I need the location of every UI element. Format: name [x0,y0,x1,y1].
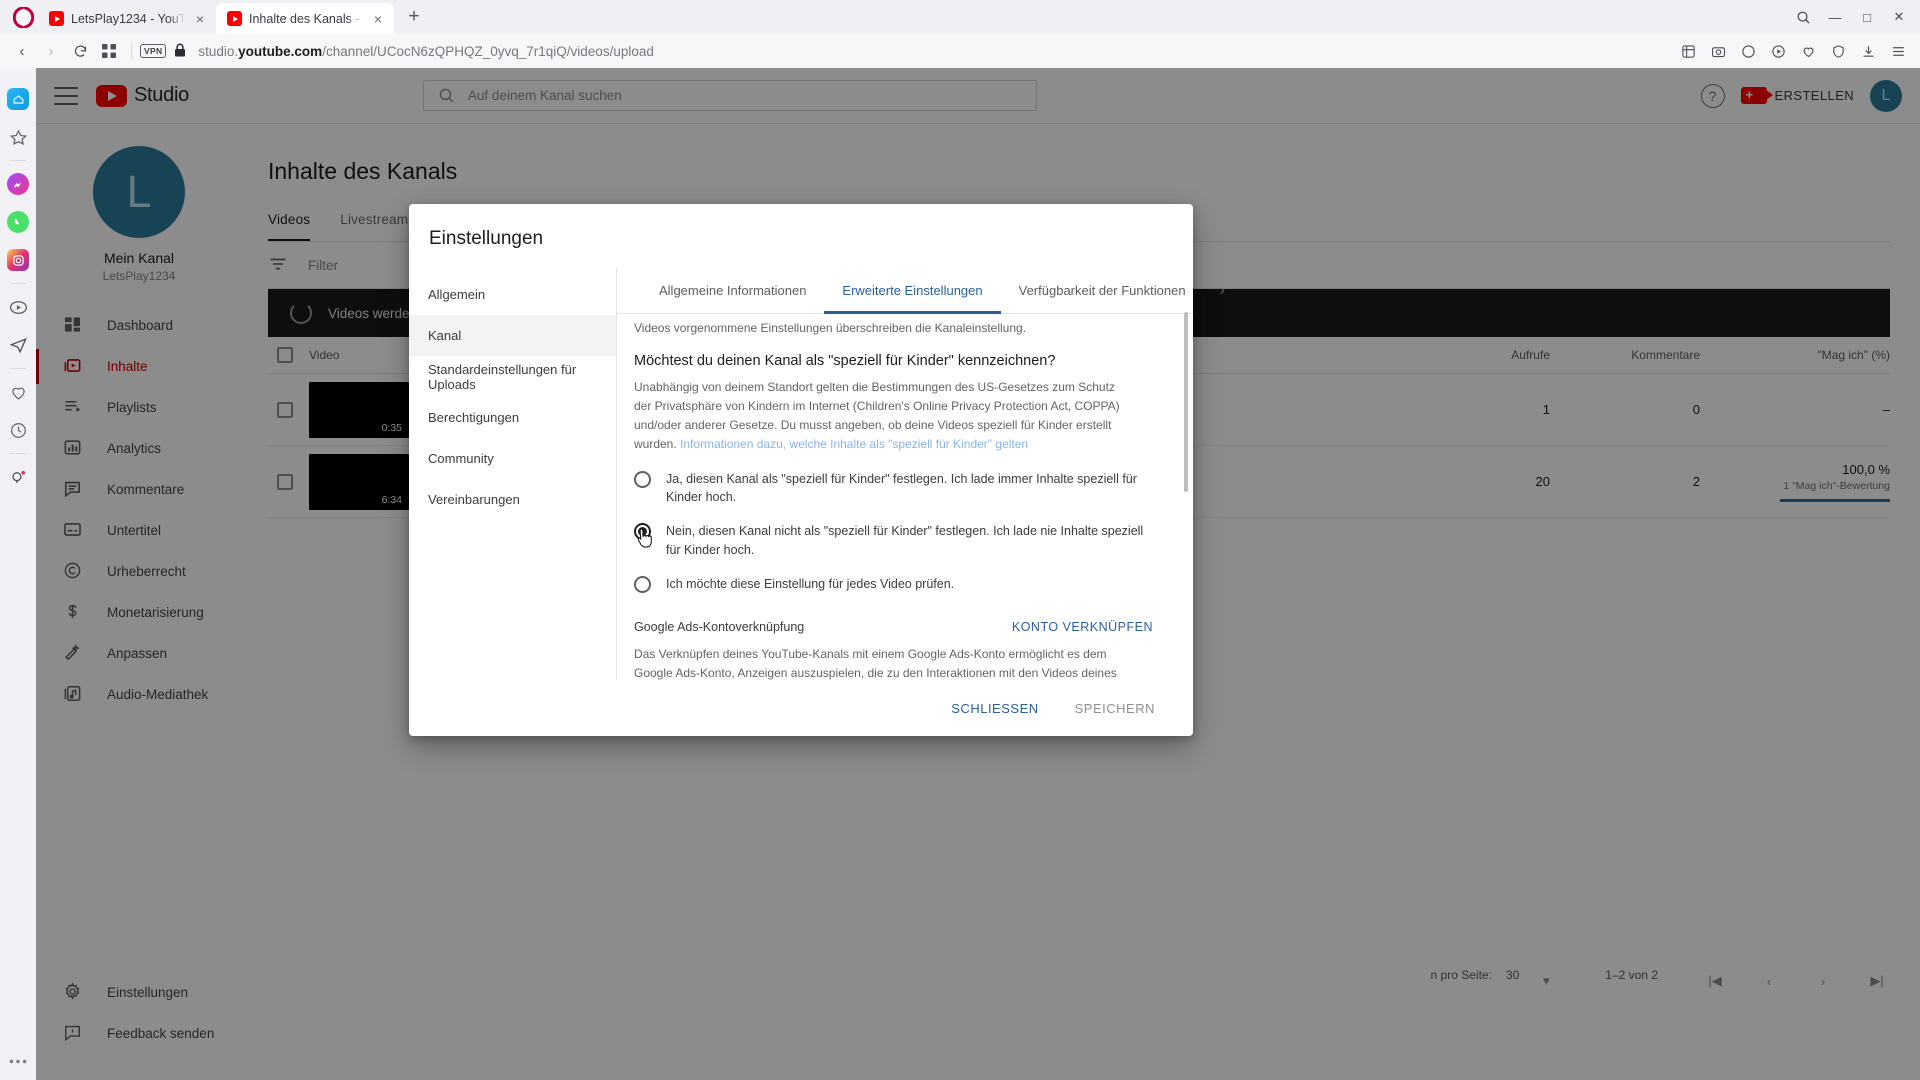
tab-erweiterte-einstellungen[interactable]: Erweiterte Einstellungen [824,268,1000,314]
back-button[interactable]: ‹ [8,37,36,65]
heart-icon[interactable] [0,373,36,411]
save-button[interactable]: SPEICHERN [1063,692,1167,725]
window-controls: — □ ✕ [1788,0,1920,34]
google-ads-section-header: Google Ads-Kontoverknüpfung KONTO VERKNÜ… [634,620,1159,634]
dialog-scroll-area[interactable]: Videos vorgenommene Einstellungen übersc… [617,314,1193,680]
minimize-button[interactable]: — [1820,2,1850,32]
dialog-nav-allgemein[interactable]: Allgemein [409,274,616,315]
google-ads-title: Google Ads-Kontoverknüpfung [634,619,805,634]
opera-sidebar [0,68,36,1080]
youtube-studio-page: Studio Auf deinem Kanal suchen ? ERSTELL… [36,68,1920,1080]
radio-option-nein[interactable]: Nein, diesen Kanal nicht als "speziell f… [634,522,1159,558]
browser-menu-icon[interactable] [1884,37,1912,65]
scrollbar-thumb[interactable] [1184,312,1188,492]
star-icon[interactable] [0,118,36,156]
whatsapp-icon[interactable] [0,203,36,241]
divider [10,368,26,369]
tab-verfuegbarkeit-der-funktionen[interactable]: Verfügbarkeit der Funktionen [1001,268,1204,314]
close-icon[interactable]: × [192,11,208,27]
download-icon[interactable] [1854,37,1882,65]
youtube-icon [49,11,64,26]
youtube-icon [227,11,242,26]
radio-label: Ja, diesen Kanal als "speziell für Kinde… [666,472,1137,505]
url-text[interactable]: studio.youtube.com/channel/UCocN6zQPHQZ_… [187,44,1673,59]
dialog-footer: SCHLIESSEN SPEICHERN [409,680,1193,736]
tab-strip: LetsPlay1234 - YouTube × Inhalte des Kan… [0,0,1920,34]
close-button[interactable]: SCHLIESSEN [939,692,1050,725]
browser-tab-active[interactable]: Inhalte des Kanals - YouTub × [216,3,394,34]
coppa-info-link[interactable]: Informationen dazu, welche Inhalte als "… [680,437,1028,451]
radio-button[interactable] [634,575,651,593]
lock-icon [174,43,186,60]
radio-option-ja[interactable]: Ja, diesen Kanal als "speziell für Kinde… [634,470,1159,506]
url-domain: youtube.com [238,43,323,59]
dialog-title: Einstellungen [429,228,544,249]
grid-icon[interactable] [95,37,123,65]
history-icon[interactable] [0,411,36,449]
question-heading: Möchtest du deinen Kanal als "speziell f… [634,353,1056,370]
screenshot-icon[interactable] [1704,37,1732,65]
instagram-icon[interactable] [0,241,36,279]
tab-title: Inhalte des Kanals - YouTub [249,11,363,26]
dialog-tabs: Allgemeine Informationen Erweiterte Eins… [617,268,1225,314]
settings-dialog: Einstellungen Allgemein Kanal Standardei… [409,204,1225,736]
address-bar-actions [1674,37,1912,65]
player-icon[interactable] [1764,37,1792,65]
radio-label: Nein, diesen Kanal nicht als "speziell f… [666,524,1144,557]
cut-off-paragraph: Videos vorgenommene Einstellungen übersc… [634,321,1027,335]
dialog-nav-community[interactable]: Community [409,438,616,479]
shield-icon[interactable] [1824,37,1852,65]
dialog-nav-standardeinstellungen[interactable]: Standardeinstellungen für Uploads [409,356,616,397]
divider [10,283,26,284]
close-icon[interactable]: × [370,11,386,27]
divider [10,453,26,454]
radio-button[interactable] [634,471,651,489]
browser-tab[interactable]: LetsPlay1234 - YouTube × [38,3,216,34]
address-bar: ‹ › VPN studio.youtube.com/channel/UCocN… [0,34,1920,68]
divider [10,160,26,161]
google-ads-body: Das Verknüpfen deines YouTube-Kanals mit… [634,645,1139,680]
new-tab-button[interactable]: + [400,4,428,32]
vpn-badge[interactable]: VPN [140,44,167,58]
opera-logo-icon [8,0,38,34]
link-account-button[interactable]: KONTO VERKNÜPFEN [1012,620,1153,634]
cookie-icon[interactable] [1734,37,1762,65]
search-icon[interactable] [1788,2,1818,32]
forward-button[interactable]: › [37,37,65,65]
opera-browser-window: LetsPlay1234 - YouTube × Inhalte des Kan… [0,0,1920,1080]
scroll-fade [617,314,1193,322]
radio-button-selected[interactable] [634,523,651,541]
extensions-icon[interactable] [1674,37,1702,65]
radio-option-pro-video[interactable]: Ich möchte diese Einstellung für jedes V… [634,575,1159,593]
player-icon[interactable] [0,288,36,326]
divider [131,42,132,60]
more-icon[interactable] [0,1042,36,1080]
dialog-body: Allgemein Kanal Standardeinstellungen fü… [409,268,1225,680]
kids-radio-group: Ja, diesen Kanal als "speziell für Kinde… [634,470,1159,593]
close-window-button[interactable]: ✕ [1884,2,1914,32]
dialog-nav-berechtigungen[interactable]: Berechtigungen [409,397,616,438]
reload-button[interactable] [66,37,94,65]
heart-icon[interactable] [1794,37,1822,65]
dialog-nav-kanal[interactable]: Kanal [409,315,616,356]
home-icon[interactable] [0,80,36,118]
maximize-button[interactable]: □ [1852,2,1882,32]
tab-allgemeine-informationen[interactable]: Allgemeine Informationen [641,268,824,314]
tips-icon[interactable] [0,458,36,496]
dialog-nav: Allgemein Kanal Standardeinstellungen fü… [409,268,617,680]
dialog-nav-vereinbarungen[interactable]: Vereinbarungen [409,479,616,520]
url-prefix: studio. [198,43,239,59]
tab-title: LetsPlay1234 - YouTube [71,11,185,26]
chevron-right-icon[interactable]: › [1212,282,1233,300]
radio-label: Ich möchte diese Einstellung für jedes V… [666,576,955,591]
google-ads-body-text: Das Verknüpfen deines YouTube-Kanals mit… [634,646,1117,680]
dialog-panel: Allgemeine Informationen Erweiterte Eins… [617,268,1225,680]
messenger-icon[interactable] [0,165,36,203]
telegram-icon[interactable] [0,326,36,364]
url-path: /channel/UCocN6zQPHQZ_0yvq_7r1qiQ/videos… [322,43,654,59]
question-body: Unabhängig von deinem Standort gelten di… [634,378,1134,454]
